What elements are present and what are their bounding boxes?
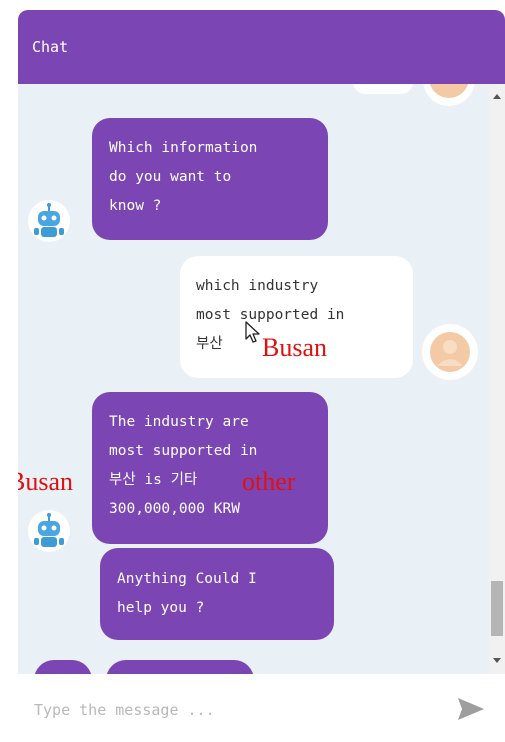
user-avatar bbox=[422, 324, 478, 380]
partial-user-bubble bbox=[353, 84, 413, 94]
bot-message: Anything Could I help you ? bbox=[100, 548, 334, 640]
annotation-busan: Busan bbox=[262, 333, 327, 362]
partial-bot-bubble bbox=[106, 660, 254, 674]
mouse-cursor-icon bbox=[244, 320, 262, 348]
user-avatar-icon bbox=[430, 332, 470, 372]
scroll-up-arrow-icon[interactable] bbox=[493, 94, 501, 99]
message-input-bar bbox=[18, 674, 505, 742]
robot-icon bbox=[34, 513, 64, 547]
scroll-thumb[interactable] bbox=[491, 581, 503, 636]
send-icon bbox=[458, 698, 484, 720]
bot-avatar bbox=[28, 510, 70, 552]
annotation-other: other bbox=[242, 467, 296, 496]
robot-icon bbox=[34, 203, 64, 237]
chat-header: Chat bbox=[18, 10, 505, 84]
annotation-busan: Busan bbox=[18, 467, 73, 496]
message-scrollbar[interactable] bbox=[489, 84, 505, 674]
chat-window: Chat Which information do you want to kn… bbox=[18, 10, 505, 742]
bot-avatar bbox=[28, 200, 70, 242]
send-button[interactable] bbox=[454, 694, 488, 724]
scroll-down-arrow-icon[interactable] bbox=[493, 658, 501, 663]
partial-user-avatar bbox=[423, 84, 475, 106]
chat-title: Chat bbox=[32, 38, 69, 56]
bot-message: Which information do you want to know ? bbox=[92, 118, 328, 240]
partial-bot-avatar bbox=[34, 660, 92, 674]
message-input[interactable] bbox=[32, 694, 436, 726]
message-list[interactable]: Which information do you want to know ? … bbox=[18, 84, 489, 674]
